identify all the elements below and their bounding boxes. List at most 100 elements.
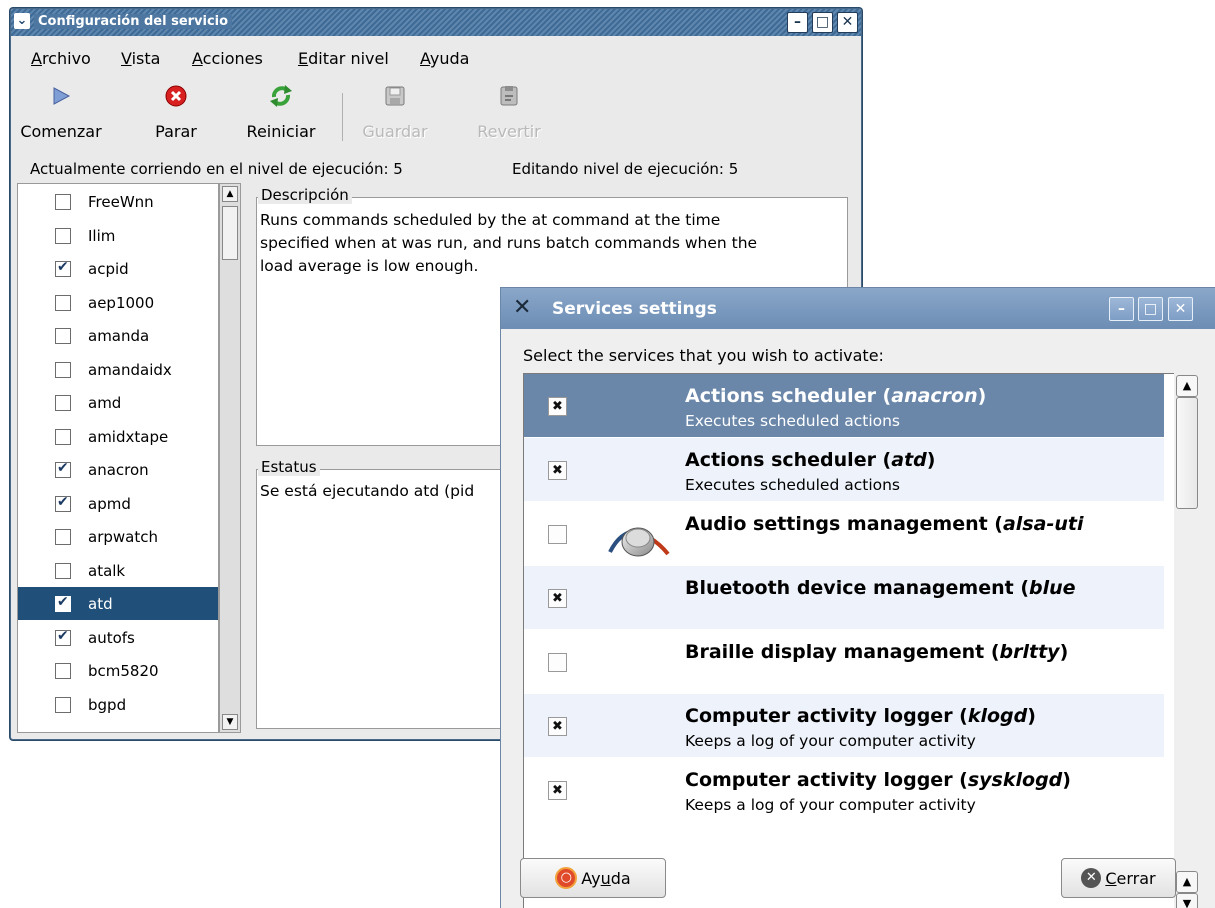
service-checkbox[interactable] xyxy=(55,460,71,478)
service-row[interactable]: anacron xyxy=(18,453,218,486)
service-list: FreeWnn Ilim acpid aep1000 amanda amandaidx am… xyxy=(17,183,219,733)
maximize-icon[interactable]: □ xyxy=(812,12,833,33)
menu-editar-nivel[interactable]: Editar nivel xyxy=(298,49,389,68)
service-checkbox[interactable] xyxy=(55,594,71,612)
menu-acciones[interactable]: Acciones xyxy=(192,49,263,68)
menu-archivo[interactable]: Archivo xyxy=(31,49,91,68)
service-row[interactable]: ✖ Bluetooth device management (blue xyxy=(524,566,1164,629)
service-row[interactable]: amandaidx xyxy=(18,353,218,386)
service-checkbox[interactable] xyxy=(55,361,71,378)
window-titlebar[interactable]: ⌄ Configuración del servicio – □ ✕ xyxy=(11,9,861,36)
service-row[interactable]: ✖ Computer activity logger (sysklogd) Keep… xyxy=(524,758,1164,821)
scroll-down-arrow[interactable]: ▼ xyxy=(1176,893,1198,908)
service-name: atalk xyxy=(88,561,126,580)
service-name: Ilim xyxy=(88,226,116,245)
service-name: amandaidx xyxy=(88,360,172,379)
service-checkbox[interactable] xyxy=(55,529,71,545)
current-runlevel-text: Actualmente corriendo en el nivel de eje… xyxy=(30,160,403,178)
service-title: Actions scheduler (atd) xyxy=(685,449,936,471)
service-row[interactable]: ✖ Computer activity logger (klogd) Keeps a… xyxy=(524,694,1164,757)
menu-vista[interactable]: Vista xyxy=(121,49,160,68)
help-label-post: da xyxy=(610,868,631,888)
scroll-up-arrow[interactable]: ▲ xyxy=(1176,375,1198,397)
service-name: bgpd xyxy=(88,695,127,714)
maximize-icon[interactable]: □ xyxy=(1138,297,1163,321)
scroll-up-arrow-bottom[interactable]: ▲ xyxy=(1176,871,1198,893)
app-x-icon[interactable]: ✕ xyxy=(513,297,531,319)
service-row[interactable]: Audio settings management (alsa-uti xyxy=(524,502,1164,565)
scroll-thumb[interactable] xyxy=(1176,397,1198,509)
save-icon xyxy=(385,86,405,106)
service-row[interactable]: FreeWnn xyxy=(18,185,218,218)
help-label-accel: u xyxy=(600,868,611,888)
checkbox-checked[interactable]: ✖ xyxy=(548,781,567,800)
service-checkbox[interactable] xyxy=(55,328,71,344)
service-checkbox[interactable] xyxy=(55,395,71,411)
service-row[interactable]: arpwatch xyxy=(18,520,218,553)
window-menu-icon[interactable]: ⌄ xyxy=(14,13,30,29)
editing-runlevel-text: Editando nivel de ejecución: 5 xyxy=(512,160,739,178)
service-row[interactable]: amd xyxy=(18,386,218,419)
save-label: Guardar xyxy=(362,122,428,141)
instruction-text: Select the services that you wish to act… xyxy=(523,346,884,365)
service-row[interactable]: apmd xyxy=(18,487,218,520)
toolbar: Comenzar Parar Reiniciar Guardar Reverti… xyxy=(11,74,861,154)
service-checkbox[interactable] xyxy=(55,294,71,311)
service-checkbox[interactable] xyxy=(55,562,71,579)
close-icon[interactable]: ✕ xyxy=(837,12,858,33)
service-row[interactable]: aep1000 xyxy=(18,286,218,319)
checkbox-checked[interactable]: ✖ xyxy=(548,397,567,416)
scroll-up-arrow[interactable]: ▲ xyxy=(222,186,238,202)
service-row[interactable]: atalk xyxy=(18,554,218,587)
service-row[interactable]: bgpd xyxy=(18,688,218,721)
stop-icon xyxy=(165,85,187,107)
revert-label: Revertir xyxy=(477,122,541,141)
service-checkbox[interactable] xyxy=(55,663,71,679)
checkbox-checked[interactable]: ✖ xyxy=(548,461,567,480)
service-row[interactable]: atd xyxy=(18,587,218,620)
service-row[interactable]: Braille display management (brltty) xyxy=(524,630,1164,693)
help-label-pre: Ay xyxy=(581,868,601,888)
service-name: autofs xyxy=(88,628,135,647)
service-checkbox[interactable] xyxy=(55,227,71,244)
service-name: amidxtape xyxy=(88,427,169,446)
close-circle-icon: ✕ xyxy=(1081,868,1102,888)
save-button[interactable]: Guardar xyxy=(345,74,445,141)
service-checkbox[interactable] xyxy=(55,696,71,713)
scroll-thumb[interactable] xyxy=(222,206,238,260)
service-row[interactable]: ✖ Actions scheduler (atd) Executes schedul… xyxy=(524,438,1164,501)
services-list-scrollbar[interactable]: ▲ ▲ ▼ xyxy=(1174,373,1200,908)
service-row[interactable]: bcm5820 xyxy=(18,654,218,687)
service-row[interactable]: Ilim xyxy=(18,219,218,252)
service-row[interactable]: ✖ Actions scheduler (anacron) Executes sch… xyxy=(524,374,1164,437)
stop-button[interactable]: Parar xyxy=(126,74,226,141)
checkbox-unchecked[interactable] xyxy=(548,525,567,544)
services-list: ✖ Actions scheduler (anacron) Executes sch… xyxy=(523,373,1179,908)
service-checkbox[interactable] xyxy=(55,494,71,512)
checkbox-checked[interactable]: ✖ xyxy=(548,589,567,608)
start-button[interactable]: Comenzar xyxy=(11,74,111,141)
service-row[interactable]: amidxtape xyxy=(18,420,218,453)
service-checkbox[interactable] xyxy=(55,259,71,277)
scroll-down-arrow[interactable]: ▼ xyxy=(222,714,238,730)
restart-button[interactable]: Reiniciar xyxy=(231,74,331,141)
service-row[interactable]: amanda xyxy=(18,319,218,352)
close-button[interactable]: ✕ Cerrar xyxy=(1061,858,1176,898)
help-button[interactable]: ○ Ay u da xyxy=(520,858,666,898)
minimize-icon[interactable]: – xyxy=(1109,297,1134,321)
service-checkbox[interactable] xyxy=(55,628,71,646)
start-label: Comenzar xyxy=(20,122,102,141)
service-list-scrollbar[interactable]: ▲ ▼ xyxy=(219,183,241,733)
close-icon[interactable]: ✕ xyxy=(1168,297,1193,321)
revert-button[interactable]: Revertir xyxy=(459,74,559,141)
menu-ayuda[interactable]: Ayuda xyxy=(420,49,469,68)
service-checkbox[interactable] xyxy=(55,428,71,445)
checkbox-unchecked[interactable] xyxy=(548,653,567,672)
minimize-icon[interactable]: – xyxy=(787,12,808,33)
stop-label: Parar xyxy=(155,122,197,141)
window-titlebar[interactable]: ✕ Services settings – □ ✕ xyxy=(501,288,1215,329)
checkbox-checked[interactable]: ✖ xyxy=(548,717,567,736)
service-row[interactable]: acpid xyxy=(18,252,218,285)
service-checkbox[interactable] xyxy=(55,194,71,210)
service-row[interactable]: autofs xyxy=(18,621,218,654)
